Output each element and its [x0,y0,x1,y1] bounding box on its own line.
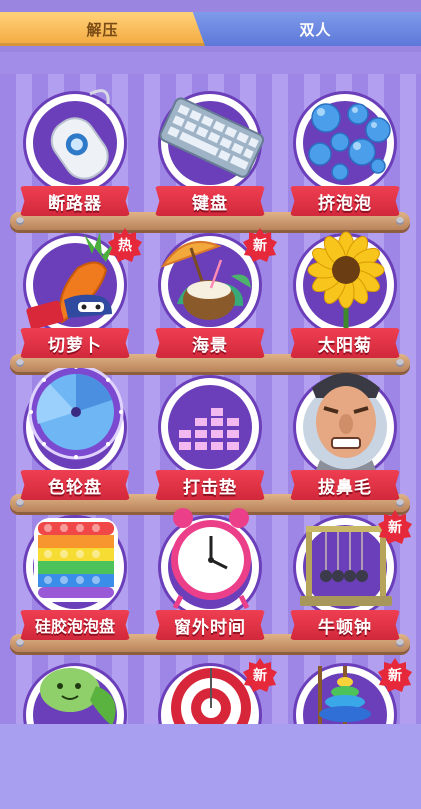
game-item-newtons-cradle[interactable]: 新 牛顿钟 [280,510,412,646]
game-item-keyboard[interactable]: 键盘 [145,92,275,222]
game-item-label: 挤泡泡 [290,186,400,216]
game-item-label: 太阳菊 [290,328,400,358]
game-item-ring-stack[interactable]: 新 [280,658,412,724]
game-item-label: 键盘 [155,186,265,216]
game-item-pop-it[interactable]: 硅胶泡泡盘 [10,516,140,646]
game-item-label: 切萝卜 [20,328,130,358]
alarm-clock-icon [171,508,251,610]
top-tab-bar: 双人 解压 [0,0,421,52]
game-item-nose-hair[interactable]: 拔鼻毛 [280,373,410,506]
tab-two-player-label: 双人 [299,20,332,39]
game-item-seascape[interactable]: 新 海景 [145,228,277,364]
tab-relax[interactable]: 解压 [0,12,205,46]
tab-relax-label: 解压 [86,20,119,39]
game-item-window-time[interactable]: 窗外时间 [145,508,275,646]
game-grid: 断路器 键盘 挤泡泡 热 切萝卜 新 海景 太阳菊 色轮盘 打击垫 拔鼻毛 硅胶… [0,74,421,724]
game-item-label: 海景 [155,328,265,358]
game-item-bubble-wrap[interactable]: 挤泡泡 [280,92,410,222]
keyboard-icon [159,97,265,178]
game-item-target[interactable]: 新 [145,658,277,724]
hot-badge: 热 [108,228,142,262]
new-badge: 新 [378,658,412,692]
bottom-area [0,724,421,809]
new-badge: 新 [243,228,277,262]
color-wheel-icon [28,368,124,460]
game-item-sunflower[interactable]: 太阳菊 [280,231,410,364]
game-item-drum-pad[interactable]: 打击垫 [145,376,275,506]
game-item-label: 硅胶泡泡盘 [20,610,130,640]
game-item-label: 断路器 [20,186,130,216]
pea-pod-icon [40,668,116,724]
game-item-cut-carrot[interactable]: 热 切萝卜 [10,228,142,364]
circuit-breaker-icon [50,89,110,180]
drum-pad-icon [179,408,239,450]
tab-two-player[interactable]: 双人 [190,12,421,46]
bubble-wrap-icon [308,103,391,181]
game-item-color-wheel[interactable]: 色轮盘 [10,368,140,506]
game-item-label: 色轮盘 [20,470,130,500]
game-item-pea-pod[interactable] [10,664,140,724]
game-item-label: 打击垫 [155,470,265,500]
game-item-circuit-breaker[interactable]: 断路器 [10,89,140,222]
new-badge: 新 [378,510,412,544]
new-badge: 新 [243,658,277,692]
sunflower-icon [307,231,385,334]
game-item-label: 牛顿钟 [290,610,400,640]
game-item-label: 窗外时间 [155,610,265,640]
pop-it-icon [34,518,118,602]
game-item-label: 拔鼻毛 [290,470,400,500]
nose-hair-face-icon [312,373,380,480]
